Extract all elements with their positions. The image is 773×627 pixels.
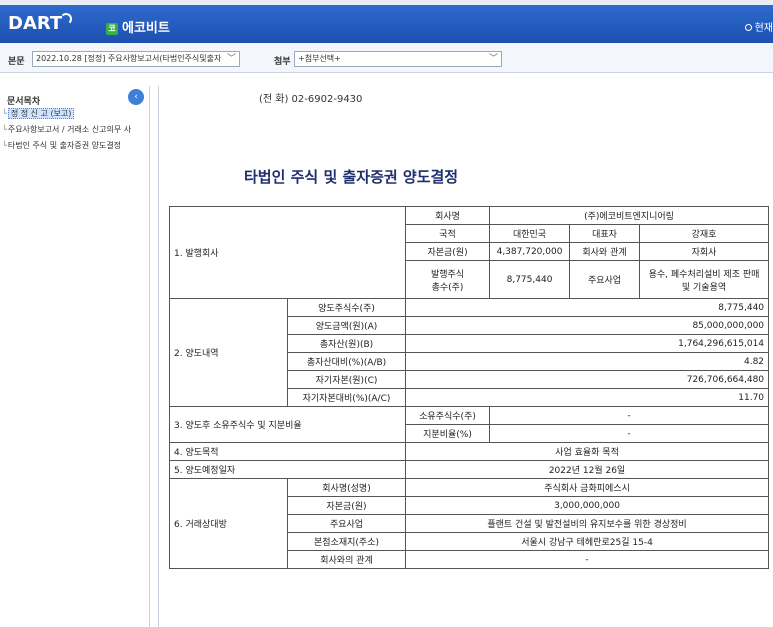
- capital-label: 자본금(원): [405, 242, 491, 261]
- chevron-down-icon: ﹀: [488, 54, 498, 64]
- table-row: 3. 양도후 소유주식수 및 지분비율 소유주식수(주) -: [168, 406, 770, 443]
- transfer-row-value: 1,764,296,615,014: [405, 334, 770, 353]
- transfer-row-label: 양도주식수(주): [286, 298, 407, 317]
- table-row: 6. 거래상대방 회사명(성명) 주식회사 금화피에스시: [169, 478, 770, 569]
- owned-shares-value: -: [489, 406, 770, 425]
- chevron-down-icon: ﹀: [226, 54, 236, 64]
- counterparty-row-label: 회사와의 관계: [286, 550, 407, 569]
- date-value: 2022년 12월 26일: [405, 460, 770, 479]
- transfer-row-label: 자기자본(원)(C): [286, 370, 407, 389]
- country-label: 국적: [405, 224, 491, 243]
- transfer-row-value: 726,706,664,480: [405, 370, 770, 389]
- ratio-value: -: [489, 424, 770, 443]
- transfer-row-value: 4.82: [405, 352, 770, 371]
- toc-item-transfer-decision[interactable]: └타법인 주식 및 출자증권 양도결정: [2, 138, 150, 154]
- country-value: 대한민국: [489, 224, 571, 243]
- transfer-row-value: 11.70: [405, 388, 770, 407]
- counterparty-section-label: 6. 거래상대방: [169, 478, 288, 569]
- body-select[interactable]: 2022.10.28 [정정] 주요사항보고서(타법인주식및출자 ﹀: [32, 51, 240, 67]
- tree-branch-icon: └: [2, 125, 7, 134]
- issuer-name-value: (주)에코비트엔지니어링: [489, 206, 770, 225]
- issuer-section-label: 1. 발행회사: [168, 206, 407, 299]
- relation-label: 회사와 관계: [569, 242, 641, 261]
- counterparty-row-label: 자본금(원): [286, 496, 407, 515]
- purpose-value: 사업 효율화 목적: [405, 442, 770, 461]
- issuer-name-label: 회사명: [405, 206, 491, 225]
- counterparty-row-value: -: [405, 550, 770, 569]
- business-value: 용수, 폐수처리설비 제조 판매 및 기술용역: [639, 260, 770, 299]
- header-topline: [0, 0, 773, 5]
- logo-swoosh-icon: [60, 13, 73, 25]
- counterparty-row-value: 3,000,000,000: [405, 496, 770, 515]
- transfer-row-label: 양도금액(원)(A): [286, 316, 407, 335]
- tree-branch-icon: └: [2, 141, 7, 150]
- owned-shares-label: 소유주식수(주): [405, 406, 491, 425]
- company-badge-icon: 코: [106, 23, 118, 35]
- disclosure-table: 1. 발행회사 회사명 (주)에코비트엔지니어링 국적 대한민국 대표자 강재호…: [168, 206, 770, 569]
- document-selector-bar: 본문 2022.10.28 [정정] 주요사항보고서(타법인주식및출자 ﹀ 첨부 …: [0, 43, 773, 73]
- phone-line: (전 화) 02-6902-9430: [259, 94, 363, 105]
- transfer-row-label: 총자산(원)(B): [286, 334, 407, 353]
- ceo-label: 대표자: [569, 224, 641, 243]
- company-name: 코 에코비트: [106, 17, 170, 36]
- counterparty-row-label: 주요사업: [286, 514, 407, 533]
- counterparty-row-label: 본점소재지(주소): [286, 532, 407, 551]
- counterparty-row-value: 서울시 강남구 테헤란로25길 15-4: [405, 532, 770, 551]
- table-row: 5. 양도예정일자 2022년 12월 26일: [168, 460, 770, 479]
- toc-item-correction[interactable]: └ 정 정 신 고 (보고): [2, 106, 150, 122]
- attach-select[interactable]: +첨부선택+ ﹀: [294, 51, 502, 67]
- table-row: 2. 양도내역 양도주식수(주) 8,775,440: [169, 298, 770, 407]
- business-label: 주요사업: [569, 260, 641, 299]
- ratio-label: 지분비율(%): [405, 424, 491, 443]
- purpose-section-label: 4. 양도목적: [168, 442, 407, 461]
- capital-value: 4,387,720,000: [489, 242, 571, 261]
- transfer-row-label: 총자산대비(%)(A/B): [286, 352, 407, 371]
- date-section-label: 5. 양도예정일자: [168, 460, 407, 479]
- body-label: 본문: [8, 57, 25, 67]
- dart-logo[interactable]: DART: [8, 13, 73, 34]
- tree-branch-icon: └: [2, 109, 7, 118]
- table-row: 4. 양도목적 사업 효율화 목적: [168, 442, 770, 461]
- app-header: DART 코 에코비트 현재: [0, 0, 773, 43]
- document-title: 타법인 주식 및 출자증권 양도결정: [244, 168, 459, 186]
- total-shares-value: 8,775,440: [489, 260, 571, 299]
- after-section-label: 3. 양도후 소유주식수 및 지분비율: [168, 406, 407, 443]
- collapse-sidebar-icon[interactable]: ‹: [128, 89, 144, 105]
- counterparty-row-label: 회사명(성명): [286, 478, 407, 497]
- relation-value: 자회사: [639, 242, 770, 261]
- transfer-row-label: 자기자본대비(%)(A/C): [286, 388, 407, 407]
- document-viewer: (전 화) 02-6902-9430 타법인 주식 및 출자증권 양도결정 1.…: [158, 86, 773, 627]
- transfer-row-value: 8,775,440: [405, 298, 770, 317]
- counterparty-row-value: 플랜트 건설 및 발전설비의 유지보수를 위한 경상정비: [405, 514, 770, 533]
- circle-icon: [744, 24, 752, 31]
- attach-label: 첨부: [274, 57, 291, 67]
- table-row: 1. 발행회사 회사명 (주)에코비트엔지니어링: [168, 206, 770, 299]
- current-link[interactable]: 현재: [744, 19, 773, 34]
- toc-tree: └ 정 정 신 고 (보고) └주요사항보고서 / 거래소 신고의무 사 └타법인…: [2, 106, 150, 154]
- ceo-value: 강재호: [639, 224, 770, 243]
- transfer-section-label: 2. 양도내역: [169, 298, 288, 407]
- transfer-row-value: 85,000,000,000: [405, 316, 770, 335]
- total-shares-label: 발행주식 총수(주): [405, 260, 491, 299]
- toc-item-report[interactable]: └주요사항보고서 / 거래소 신고의무 사: [2, 122, 150, 138]
- toc-sidebar: 문서목차 ‹ └ 정 정 신 고 (보고) └주요사항보고서 / 거래소 신고의무…: [0, 86, 150, 627]
- counterparty-row-value: 주식회사 금화피에스시: [405, 478, 770, 497]
